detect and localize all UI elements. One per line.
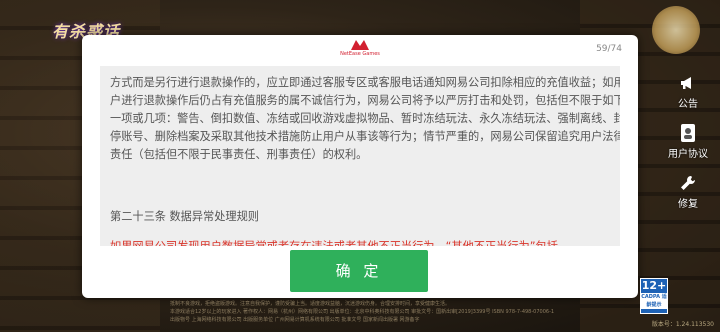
- side-menu: 公告 用户协议 修复: [666, 72, 710, 222]
- page-counter: 59/74: [596, 44, 622, 54]
- background-clock: [652, 6, 700, 54]
- footer-notice-line-3: 出版物号 上海网络科技有限公司 出版服务单位 广州网易计算机系统有限公司 批准文…: [170, 317, 420, 323]
- repair-label: 修复: [678, 199, 698, 210]
- megaphone-icon: [677, 72, 699, 94]
- netease-games-logo: NetEase Games: [340, 39, 380, 65]
- user-agreement-icon: [677, 122, 699, 144]
- announcement-button[interactable]: 公告: [666, 72, 710, 110]
- brand-label: NetEase Games: [340, 51, 380, 57]
- user-agreement-label: 用户协议: [668, 149, 708, 160]
- highlighted-paragraph: 如果网易公司发现用户数据异常或者存在违法或者其他不正当行为，“其他不正当行为”包…: [100, 238, 620, 246]
- user-agreement-dialog: NetEase Games 59/74 方式而是另行进行退款操作的，应立即通过客…: [82, 35, 638, 298]
- agreement-paragraph: 方式而是另行进行退款操作的，应立即通过客服专区或客服电话通知网易公司扣除相应的充…: [110, 76, 620, 161]
- user-agreement-button[interactable]: 用户协议: [666, 122, 710, 160]
- age-rating-value: 12+: [641, 279, 667, 292]
- announcement-label: 公告: [678, 99, 698, 110]
- wrench-icon: [677, 172, 699, 194]
- age-rating-badge: 12+ CADPA 适龄提示: [640, 278, 668, 314]
- version-number: 版本号：1.24.113530: [651, 321, 714, 328]
- confirm-button[interactable]: 确 定: [290, 250, 428, 292]
- netease-logo-icon: [351, 40, 369, 50]
- repair-button[interactable]: 修复: [666, 172, 710, 210]
- footer-notice-line-1: 抵制不良游戏，拒绝盗版游戏。注意自我保护，谨防受骗上当。适度游戏益脑，沉迷游戏伤…: [170, 301, 451, 307]
- agreement-text-area[interactable]: 方式而是另行进行退款操作的，应立即通过客服专区或客服电话通知网易公司扣除相应的充…: [100, 66, 620, 246]
- age-rating-sub: CADPA 适龄提示: [641, 293, 667, 309]
- section-title: 第二十三条 数据异常处理规则: [110, 210, 259, 223]
- footer-notice-line-2: 本游戏适合12岁以上的玩家进入 著作权人：网易（杭州）网络有限公司 出版单位：北…: [170, 309, 555, 315]
